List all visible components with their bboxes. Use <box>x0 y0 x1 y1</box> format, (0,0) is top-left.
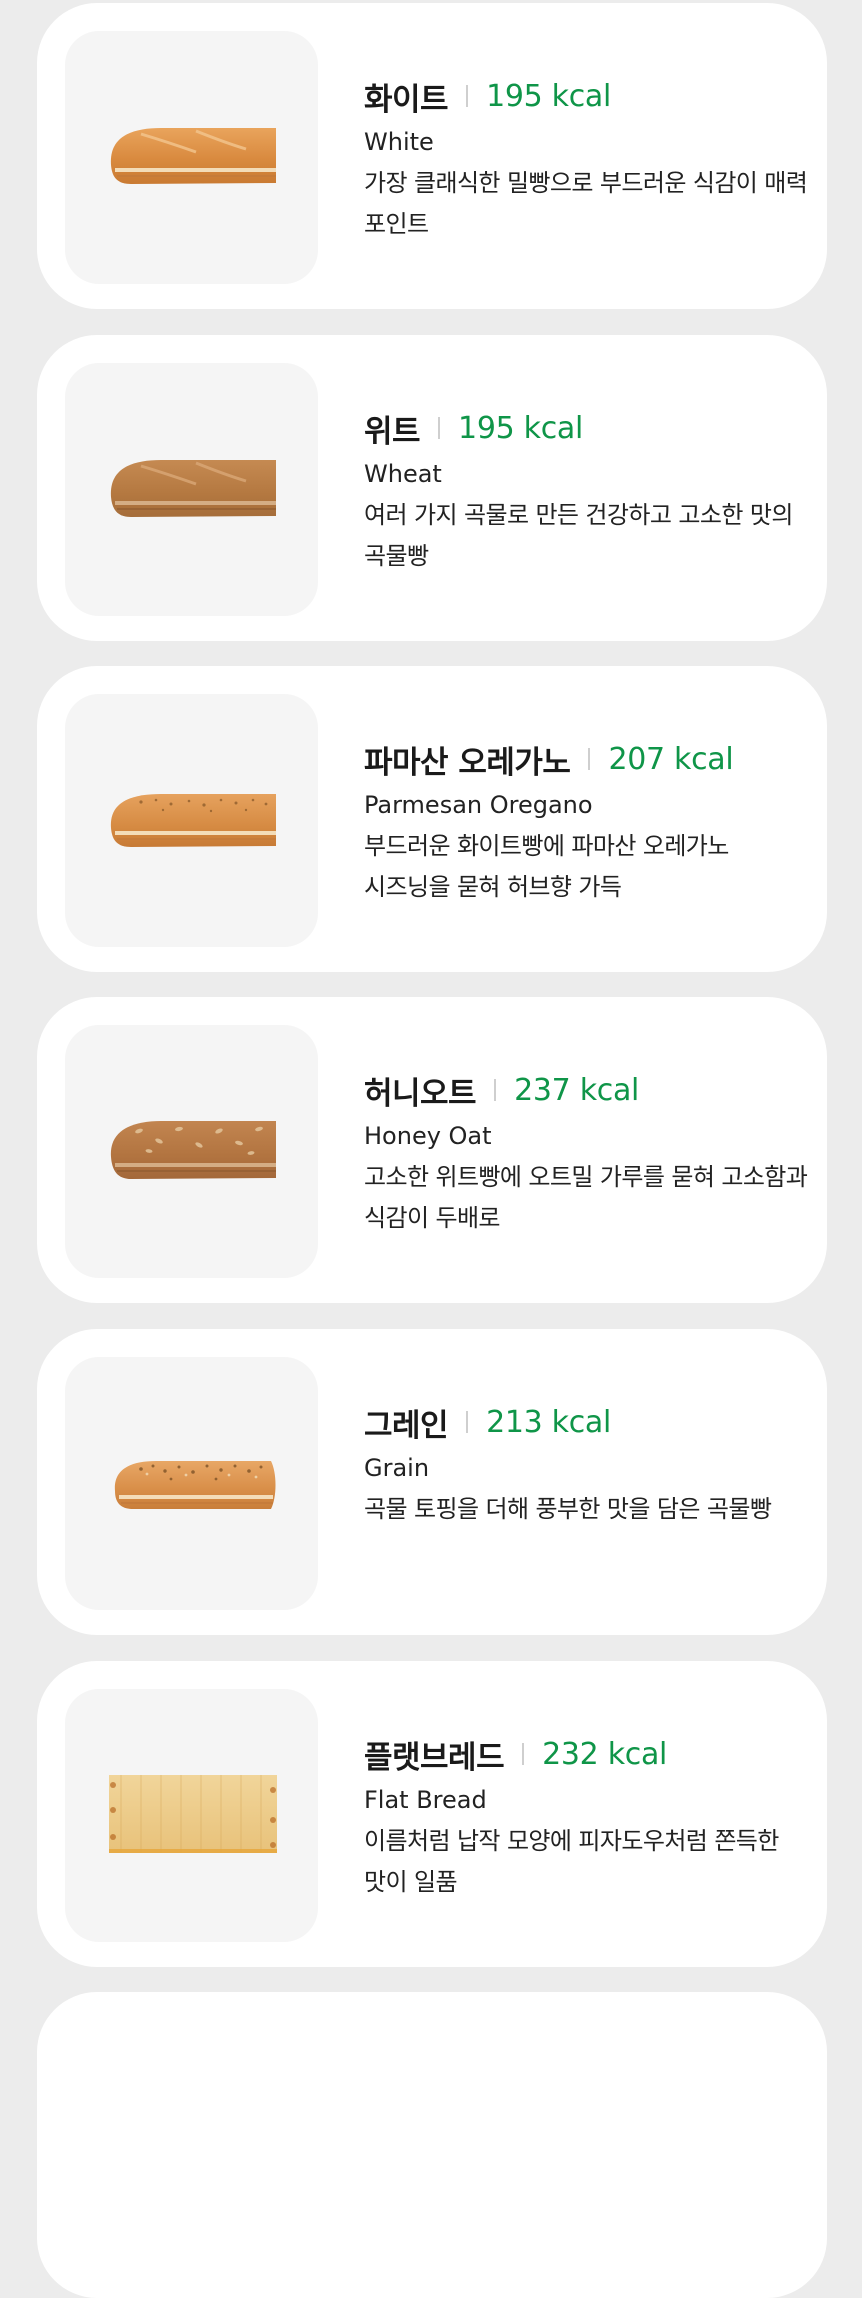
bread-card-white[interactable]: 화이트 195 kcal White 가장 클래식한 밀빵으로 부드러운 식감이… <box>37 3 827 309</box>
bread-description: 여러 가지 곡물로 만든 건강하고 고소한 맛의 곡물빵 <box>364 501 793 570</box>
title-divider <box>438 417 441 439</box>
bread-thumbnail <box>65 363 318 616</box>
bread-title-row: 파마산 오레가노 207 kcal <box>364 736 814 782</box>
bread-name-ko: 허니오트 <box>364 1075 477 1112</box>
flat-bread-icon <box>109 1775 277 1853</box>
title-divider <box>588 748 591 770</box>
bread-name-ko: 플랫브레드 <box>364 1739 505 1776</box>
bread-card-flat-bread[interactable]: 플랫브레드 232 kcal Flat Bread 이름처럼 납작 모양에 피자… <box>37 1661 827 1967</box>
bread-title-row: 그레인 213 kcal <box>364 1399 814 1445</box>
bread-name-en: Wheat <box>364 460 442 488</box>
wheat-bread-icon <box>110 460 277 517</box>
title-divider <box>494 1079 497 1101</box>
bread-info: 허니오트 237 kcal Honey Oat 고소한 위트빵에 오트밀 가루를… <box>364 1067 814 1239</box>
bread-name-en: Honey Oat <box>364 1122 492 1150</box>
bread-name-en: Parmesan Oregano <box>364 791 593 819</box>
white-bread-icon <box>110 128 277 184</box>
bread-card-honey-oat[interactable]: 허니오트 237 kcal Honey Oat 고소한 위트빵에 오트밀 가루를… <box>37 997 827 1303</box>
bread-description: 가장 클래식한 밀빵으로 부드러운 식감이 매력 포인트 <box>364 169 808 238</box>
bread-info: 화이트 195 kcal White 가장 클래식한 밀빵으로 부드러운 식감이… <box>364 73 814 245</box>
bread-thumbnail <box>65 1689 318 1942</box>
bread-card-grain[interactable]: 그레인 213 kcal Grain 곡물 토핑을 더해 풍부한 맛을 담은 곡… <box>37 1329 827 1635</box>
bread-description: 부드러운 화이트빵에 파마산 오레가노 시즈닝을 묻혀 허브향 가득 <box>364 832 729 901</box>
bread-name-en: Flat Bread <box>364 1786 487 1814</box>
bread-description: 이름처럼 납작 모양에 피자도우처럼 쫀득한 맛이 일품 <box>364 1827 779 1896</box>
parmesan-oregano-bread-icon <box>110 794 277 847</box>
bread-kcal: 213 kcal <box>486 1404 612 1440</box>
bread-description: 고소한 위트빵에 오트밀 가루를 묻혀 고소함과 식감이 두배로 <box>364 1163 808 1232</box>
bread-thumbnail <box>65 31 318 284</box>
bread-kcal: 195 kcal <box>486 78 612 114</box>
bread-title-row: 허니오트 237 kcal <box>364 1067 814 1113</box>
bread-info: 파마산 오레가노 207 kcal Parmesan Oregano 부드러운 … <box>364 736 814 908</box>
title-divider <box>466 85 469 107</box>
bread-info: 그레인 213 kcal Grain 곡물 토핑을 더해 풍부한 맛을 담은 곡… <box>364 1399 814 1530</box>
bread-name-ko: 파마산 오레가노 <box>364 744 571 781</box>
bread-card-parmesan-oregano[interactable]: 파마산 오레가노 207 kcal Parmesan Oregano 부드러운 … <box>37 666 827 972</box>
bread-info: 위트 195 kcal Wheat 여러 가지 곡물로 만든 건강하고 고소한 … <box>364 405 814 577</box>
bread-name-en: Grain <box>364 1454 430 1482</box>
bread-kcal: 237 kcal <box>514 1072 640 1108</box>
bread-title-row: 화이트 195 kcal <box>364 73 814 119</box>
title-divider <box>466 1411 469 1433</box>
bread-title-row: 플랫브레드 232 kcal <box>364 1731 814 1777</box>
bread-description: 곡물 토핑을 더해 풍부한 맛을 담은 곡물빵 <box>364 1495 772 1523</box>
bread-name-ko: 화이트 <box>364 81 449 118</box>
honey-oat-bread-icon <box>110 1121 277 1179</box>
bread-kcal: 232 kcal <box>542 1736 668 1772</box>
title-divider <box>522 1743 525 1765</box>
bread-thumbnail <box>65 1025 318 1278</box>
bread-name-ko: 위트 <box>364 413 421 450</box>
bread-name-ko: 그레인 <box>364 1407 449 1444</box>
bread-name-en: White <box>364 128 434 156</box>
bread-card-next[interactable] <box>37 1992 827 2298</box>
bread-card-wheat[interactable]: 위트 195 kcal Wheat 여러 가지 곡물로 만든 건강하고 고소한 … <box>37 335 827 641</box>
bread-thumbnail <box>65 1357 318 1610</box>
bread-kcal: 207 kcal <box>608 741 734 777</box>
grain-bread-icon <box>114 1461 276 1509</box>
bread-kcal: 195 kcal <box>458 410 584 446</box>
bread-info: 플랫브레드 232 kcal Flat Bread 이름처럼 납작 모양에 피자… <box>364 1731 814 1903</box>
bread-thumbnail <box>65 694 318 947</box>
bread-title-row: 위트 195 kcal <box>364 405 814 451</box>
